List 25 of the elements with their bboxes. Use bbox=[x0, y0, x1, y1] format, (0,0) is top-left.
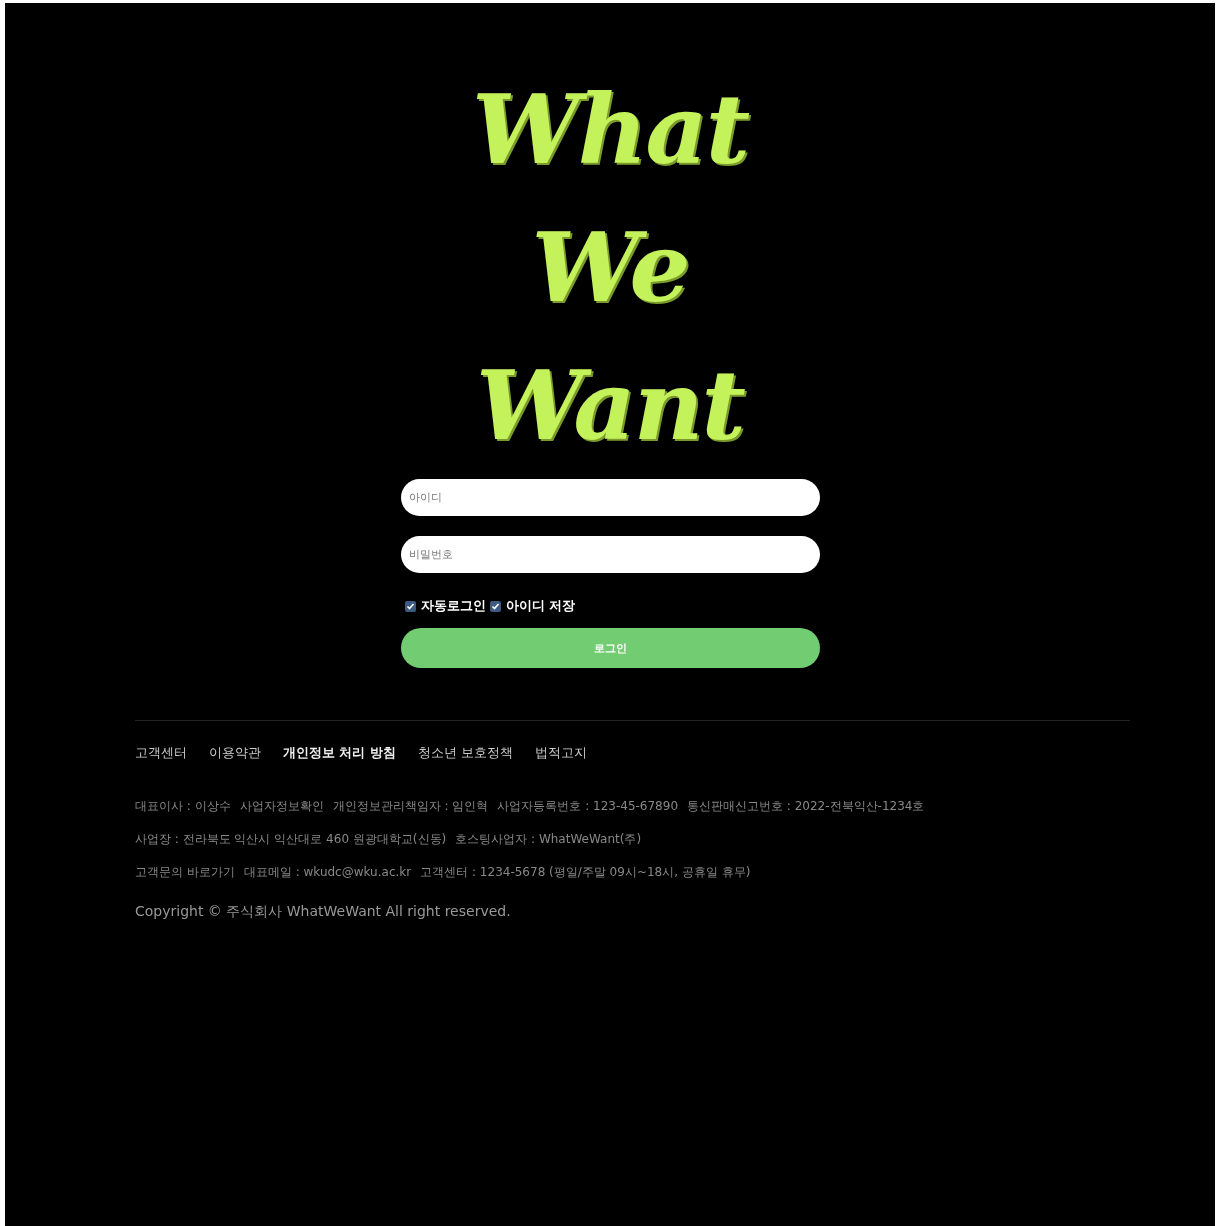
company-info: 사업자정보확인 bbox=[239, 798, 324, 815]
footer-link[interactable]: 법적고지 bbox=[534, 745, 587, 762]
company-info: 대표이사 : 이상수 bbox=[135, 798, 231, 815]
logo-text: Want bbox=[476, 348, 744, 464]
footer-link[interactable]: 개인정보 처리 방침 bbox=[283, 745, 396, 762]
company-info: 사업장 : 전라북도 익산시 익산대로 460 원광대학교(신동) bbox=[135, 831, 447, 848]
password-field[interactable]: 비밀번호 bbox=[400, 536, 820, 573]
checkbox[interactable] bbox=[404, 600, 416, 612]
company-info: 호스팅사업자 : WhatWeWant(주) bbox=[455, 831, 642, 848]
footer-link[interactable]: 이용약관 bbox=[209, 745, 261, 762]
checkbox[interactable] bbox=[489, 600, 501, 612]
copyright-text: Copyright © 주식회사 WhatWeWant All right reserved. bbox=[135, 903, 512, 921]
company-info: 사업자등록번호 : 123-45-67890 bbox=[497, 798, 679, 815]
logo-text: We bbox=[531, 210, 689, 326]
id-field[interactable]: 아이디 bbox=[400, 479, 820, 516]
checkbox-label[interactable]: 자동로그인 bbox=[420, 597, 486, 615]
checkbox-label[interactable]: 아이디 저장 bbox=[505, 597, 576, 615]
company-info: 대표메일 : wkudc@wku.ac.kr bbox=[243, 864, 412, 881]
company-info: 고객문의 바로가기 bbox=[135, 864, 235, 881]
company-info: 통신판매신고번호 : 2022-전북익산-1234호 bbox=[687, 798, 925, 815]
footer-link[interactable]: 청소년 보호정책 bbox=[417, 745, 513, 762]
logo-text: What bbox=[471, 72, 749, 188]
company-info: 고객센터 : 1234-5678 (평일/주말 09시~18시, 공휴일 휴무) bbox=[420, 864, 751, 881]
footer-link[interactable]: 고객센터 bbox=[135, 745, 187, 762]
company-info: 개인정보관리책임자 : 임인혁 bbox=[332, 798, 489, 815]
